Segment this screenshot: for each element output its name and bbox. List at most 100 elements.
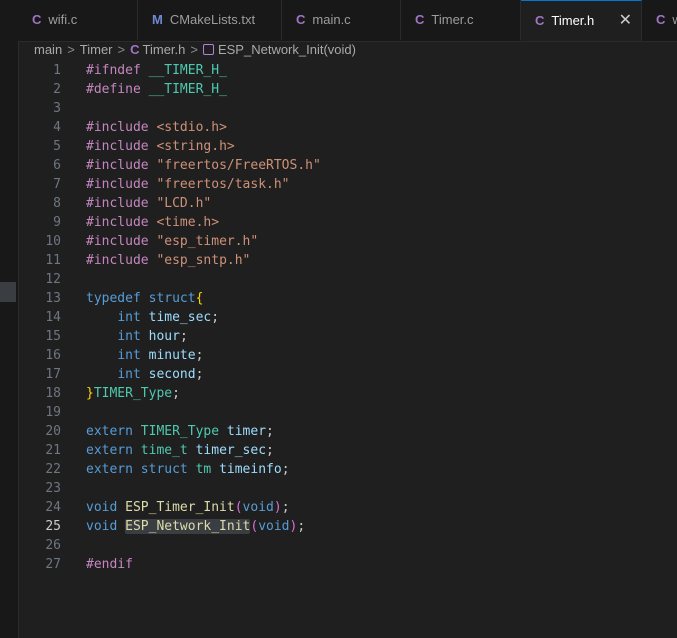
line-number: 5 (53, 139, 61, 154)
code-line[interactable]: 3 (18, 99, 677, 118)
line-number: 11 (45, 253, 61, 268)
line-number: 13 (45, 291, 61, 306)
line-number: 15 (45, 329, 61, 344)
tab-wifi-c[interactable]: Cwifi.c (18, 0, 138, 40)
tab-timer-c[interactable]: C Timer.c (401, 0, 521, 40)
function-symbol-icon (202, 44, 214, 55)
activity-bar (0, 0, 19, 638)
close-icon[interactable]: ✕ (619, 1, 632, 41)
breadcrumb-symbol[interactable]: ESP_Network_Init(void) (218, 42, 356, 57)
code-text: int second; (86, 365, 203, 384)
code-line[interactable]: 9 #include <time.h> (18, 213, 677, 232)
code-line[interactable]: 4 #include <stdio.h> (18, 118, 677, 137)
code-line[interactable]: 17 int second; (18, 365, 677, 384)
code-line[interactable]: 2 #define __TIMER_H_ (18, 80, 677, 99)
breadcrumb: main > Timer > C Timer.h > ESP_Network_Init(voi… (34, 41, 356, 59)
code-editor[interactable]: 1 #ifndef __TIMER_H_ 2 #define __TIMER_H_ 3 4… (18, 61, 677, 638)
c-file-icon: C (415, 12, 425, 27)
code-line[interactable]: 16 int minute; (18, 346, 677, 365)
code-text: #include "esp_sntp.h" (86, 251, 250, 270)
code-token: __TIMER_H_ (148, 63, 227, 78)
code-line[interactable]: 10 #include "esp_timer.h" (18, 232, 677, 251)
code-token: #define (86, 82, 149, 97)
line-number: 2 (53, 82, 61, 97)
code-line[interactable]: 6 #include "freertos/FreeRTOS.h" (18, 156, 677, 175)
code-line[interactable]: 15 int hour; (18, 327, 677, 346)
code-token: int (117, 310, 141, 325)
code-line[interactable]: 18}TIMER_Type; (18, 384, 677, 403)
breadcrumb-file[interactable]: Timer.h (143, 42, 186, 57)
code-token: hour (148, 329, 180, 344)
code-token: minute (148, 348, 196, 363)
code-line[interactable]: 1 #ifndef __TIMER_H_ (18, 61, 677, 80)
code-line[interactable]: 13 typedef struct{ (18, 289, 677, 308)
line-number: 26 (45, 538, 61, 553)
code-line[interactable]: 27 #endif (18, 555, 677, 574)
code-token: TIMER_Type (93, 386, 173, 401)
code-line[interactable]: 25 void ESP_Network_Init(void); (18, 517, 677, 536)
code-line[interactable]: 21 extern time_t timer_sec; (18, 441, 677, 460)
code-text: #endif (86, 555, 133, 574)
code-text: extern TIMER_Type timer; (86, 422, 274, 441)
code-token: extern (86, 424, 133, 439)
line-number: 16 (45, 348, 61, 363)
code-text: extern struct tm timeinfo; (86, 460, 290, 479)
code-line[interactable]: 26 (18, 536, 677, 555)
tab-label: Timer.h (551, 13, 595, 28)
tab-timer-h[interactable]: C Timer.h ✕ (521, 0, 642, 41)
code-token: "esp_sntp.h" (156, 253, 251, 268)
code-line[interactable]: 20 extern TIMER_Type timer; (18, 422, 677, 441)
code-line[interactable]: 22 extern struct tm timeinfo; (18, 460, 677, 479)
code-line[interactable]: 11 #include "esp_sntp.h" (18, 251, 677, 270)
code-line[interactable]: 19 (18, 403, 677, 422)
code-text: #include <stdio.h> (86, 118, 227, 137)
code-line[interactable]: 8 #include "LCD.h" (18, 194, 677, 213)
chevron-right-icon: > (190, 42, 198, 57)
line-number: 12 (45, 272, 61, 287)
editor-tab-bar: Cwifi.c M CMakeLists.txt Cmain.c C Timer.c… (18, 0, 677, 42)
tab-label: CMakeLists.txt (169, 12, 256, 27)
code-token: struct (148, 291, 196, 306)
code-text: #include "esp_timer.h" (86, 232, 258, 251)
tab-partial[interactable]: Cw (642, 0, 677, 40)
breadcrumb-folder-main[interactable]: main (34, 42, 62, 57)
chevron-right-icon: > (67, 42, 75, 57)
code-token: ESP_Network_Init (125, 519, 251, 534)
line-number: 8 (53, 196, 61, 211)
code-token: #include (86, 253, 157, 268)
line-number: 27 (45, 557, 61, 572)
code-token: tm (195, 462, 212, 477)
code-line[interactable]: 14 int time_sec; (18, 308, 677, 327)
code-token: <stdio.h> (156, 120, 227, 135)
breadcrumb-folder-timer[interactable]: Timer (80, 42, 113, 57)
line-number: 23 (45, 481, 61, 496)
code-text: extern time_t timer_sec; (86, 441, 274, 460)
code-token: ; (266, 443, 274, 458)
code-line[interactable]: 23 (18, 479, 677, 498)
code-line[interactable]: 12 (18, 270, 677, 289)
code-token: int (117, 367, 141, 382)
code-token: <string.h> (156, 139, 235, 154)
code-token: "LCD.h" (156, 196, 212, 211)
code-token: #include (86, 196, 157, 211)
code-line[interactable]: 7 #include "freertos/task.h" (18, 175, 677, 194)
code-token: #include (86, 120, 157, 135)
tab-cmakelists[interactable]: M CMakeLists.txt (138, 0, 282, 40)
line-number: 18 (45, 386, 61, 401)
code-line[interactable]: 24 void ESP_Timer_Init(void); (18, 498, 677, 517)
code-text: #include "LCD.h" (86, 194, 211, 213)
code-line[interactable]: 5 #include <string.h> (18, 137, 677, 156)
code-token: ( (234, 500, 243, 515)
tab-main-c[interactable]: Cmain.c (282, 0, 401, 40)
code-token: #include (86, 177, 157, 192)
code-token: } (86, 386, 94, 401)
